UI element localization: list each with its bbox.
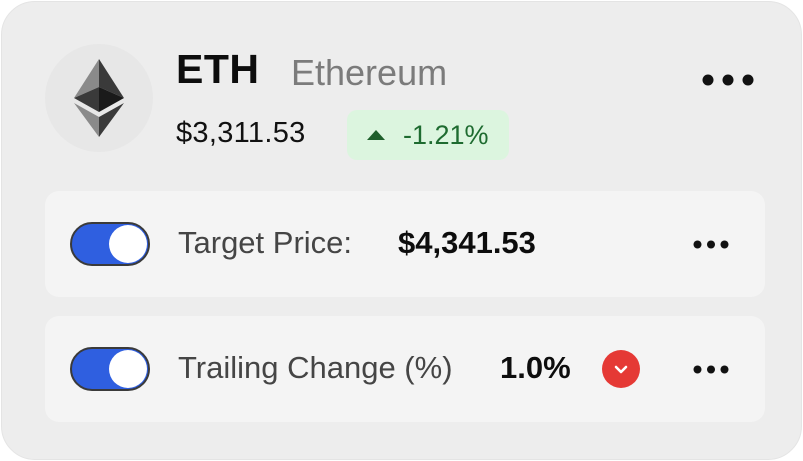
alert-more-button[interactable] xyxy=(683,228,739,260)
ethereum-icon xyxy=(74,59,124,137)
alert-label: Target Price: xyxy=(178,225,353,260)
toggle-knob xyxy=(109,225,147,263)
alert-value: 1.0% xyxy=(500,350,571,385)
alert-value: $4,341.53 xyxy=(398,225,536,260)
coin-name: Ethereum xyxy=(291,52,448,93)
alert-row-trailing-change: Trailing Change (%) 1.0% xyxy=(45,316,765,422)
more-horizontal-icon xyxy=(693,365,729,373)
coin-price: $3,311.53 xyxy=(176,117,306,149)
coin-symbol: ETH xyxy=(176,46,260,92)
alert-label: Trailing Change (%) xyxy=(178,350,453,385)
card-more-button[interactable] xyxy=(696,64,760,96)
chevron-down-icon xyxy=(614,365,628,373)
direction-dropdown-button[interactable] xyxy=(602,350,640,388)
more-horizontal-icon xyxy=(693,240,729,248)
target-price-toggle[interactable] xyxy=(70,222,150,266)
alert-row-target-price: Target Price: $4,341.53 xyxy=(45,191,765,297)
crypto-alert-card: ETH Ethereum $3,311.53 -1.21% Target Pri… xyxy=(1,1,802,460)
toggle-knob xyxy=(109,350,147,388)
price-change-value: -1.21% xyxy=(403,119,489,150)
arrow-up-icon xyxy=(367,130,385,140)
coin-logo xyxy=(45,44,153,152)
price-change-badge: -1.21% xyxy=(347,110,509,160)
trailing-change-toggle[interactable] xyxy=(70,347,150,391)
alert-more-button[interactable] xyxy=(683,353,739,385)
more-horizontal-icon xyxy=(702,74,754,86)
